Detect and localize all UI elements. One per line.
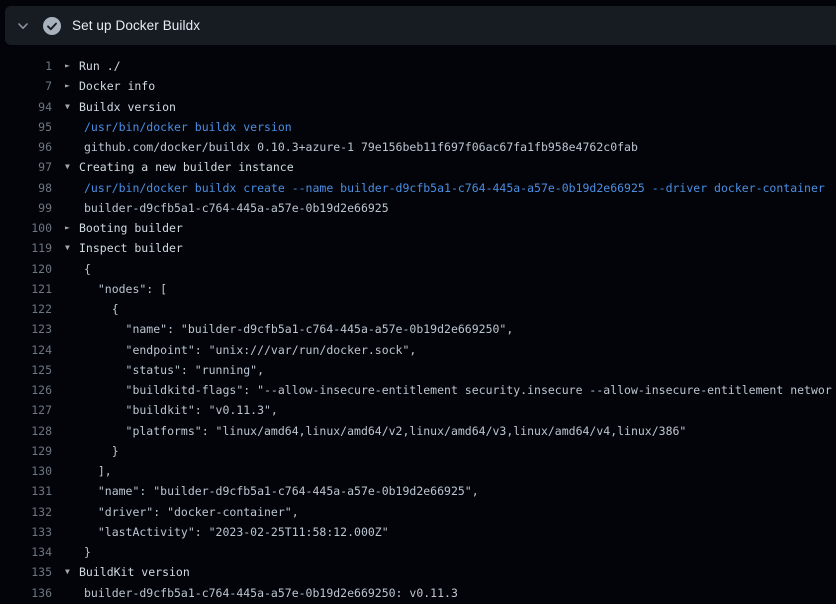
line-number[interactable]: 120: [0, 259, 52, 279]
log-group-row[interactable]: 97 ▼ Creating a new builder instance: [0, 157, 836, 177]
log-text: "name": "builder-d9cfb5a1-c764-445a-a57e…: [84, 481, 479, 501]
line-number[interactable]: 133: [0, 522, 52, 542]
log-text: "buildkitd-flags": "--allow-insecure-ent…: [84, 380, 832, 400]
log-group-row[interactable]: 7 ► Docker info: [0, 76, 836, 96]
log-text: "lastActivity": "2023-02-25T11:58:12.000…: [84, 522, 389, 542]
line-number[interactable]: 1: [0, 56, 52, 76]
log-line-row: 121 "nodes": [: [0, 279, 836, 299]
log-text: }: [84, 542, 91, 562]
log-text: "driver": "docker-container",: [84, 502, 299, 522]
actions-log-viewer: Set up Docker Buildx 1 ► Run ./ 7 ► Docker in…: [0, 0, 836, 604]
log-text: "buildkit": "v0.11.3",: [84, 400, 278, 420]
line-number[interactable]: 130: [0, 461, 52, 481]
line-number[interactable]: 135: [0, 562, 52, 582]
log-text: "status": "running",: [84, 360, 264, 380]
line-number[interactable]: 129: [0, 441, 52, 461]
log-text: Creating a new builder instance: [79, 157, 294, 177]
line-number[interactable]: 122: [0, 299, 52, 319]
line-number[interactable]: 124: [0, 340, 52, 360]
log-text: builder-d9cfb5a1-c764-445a-a57e-0b19d2e6…: [84, 198, 389, 218]
chevron-collapsed-icon[interactable]: ►: [65, 76, 70, 96]
chevron-expanded-icon[interactable]: ▼: [65, 238, 70, 258]
log-line-row: 124 "endpoint": "unix:///var/run/docker.…: [0, 340, 836, 360]
log-line-row: 133 "lastActivity": "2023-02-25T11:58:12…: [0, 522, 836, 542]
line-number[interactable]: 128: [0, 421, 52, 441]
log-text: "platforms": "linux/amd64,linux/amd64/v2…: [84, 421, 686, 441]
line-number[interactable]: 126: [0, 380, 52, 400]
log-lines: 1►Run ./7►Docker info94▼Buildx version95…: [0, 45, 836, 604]
log-line-row: 120 {: [0, 259, 836, 279]
log-line-row: 98/usr/bin/docker buildx create --name b…: [0, 178, 836, 198]
line-number[interactable]: 94: [0, 97, 52, 117]
line-number[interactable]: 127: [0, 400, 52, 420]
log-line-row: 122 {: [0, 299, 836, 319]
line-number[interactable]: 136: [0, 583, 52, 603]
log-line-row: 129 }: [0, 441, 836, 461]
line-number[interactable]: 96: [0, 137, 52, 157]
line-number[interactable]: 98: [0, 178, 52, 198]
log-line-row: 96 github.com/docker/buildx 0.10.3+azure-…: [0, 137, 836, 157]
log-text: Run ./: [79, 56, 121, 76]
log-text: "endpoint": "unix:///var/run/docker.sock…: [84, 340, 416, 360]
log-text: ],: [84, 461, 112, 481]
chevron-expanded-icon[interactable]: ▼: [65, 157, 70, 177]
line-number[interactable]: 121: [0, 279, 52, 299]
line-number[interactable]: 99: [0, 198, 52, 218]
log-line-row: 131 "name": "builder-d9cfb5a1-c764-445a-…: [0, 481, 836, 501]
log-text: "nodes": [: [84, 279, 167, 299]
chevron-collapsed-icon[interactable]: ►: [65, 56, 70, 76]
line-number[interactable]: 100: [0, 218, 52, 238]
log-group-row[interactable]: 100 ► Booting builder: [0, 218, 836, 238]
step-title: Set up Docker Buildx: [72, 18, 200, 33]
line-number[interactable]: 131: [0, 481, 52, 501]
line-number[interactable]: 132: [0, 502, 52, 522]
log-group-row[interactable]: 94 ▼ Buildx version: [0, 97, 836, 117]
log-text: github.com/docker/buildx 0.10.3+azure-1 …: [84, 137, 638, 157]
log-text: Booting builder: [79, 218, 183, 238]
log-line-row: 123 "name": "builder-d9cfb5a1-c764-445a-…: [0, 319, 836, 339]
line-number[interactable]: 123: [0, 319, 52, 339]
log-group-row[interactable]: 1 ► Run ./: [0, 56, 836, 76]
log-line-row: 128 "platforms": "linux/amd64,linux/amd6…: [0, 421, 836, 441]
log-group-row[interactable]: 135 ▼ BuildKit version: [0, 562, 836, 582]
step-header[interactable]: Set up Docker Buildx: [5, 6, 836, 45]
log-text: {: [84, 299, 119, 319]
log-text: }: [84, 441, 119, 461]
line-number[interactable]: 95: [0, 117, 52, 137]
log-line-row: 136 builder-d9cfb5a1-c764-445a-a57e-0b19d…: [0, 583, 836, 603]
line-number[interactable]: 119: [0, 238, 52, 258]
log-line-row: 126 "buildkitd-flags": "--allow-insecure…: [0, 380, 836, 400]
line-number[interactable]: 134: [0, 542, 52, 562]
log-text: {: [84, 259, 91, 279]
log-text: "name": "builder-d9cfb5a1-c764-445a-a57e…: [84, 319, 513, 339]
line-number[interactable]: 125: [0, 360, 52, 380]
log-text: Docker info: [79, 76, 155, 96]
log-text: /usr/bin/docker buildx create --name bui…: [84, 178, 825, 198]
log-line-row: 130 ],: [0, 461, 836, 481]
log-line-row: 125 "status": "running",: [0, 360, 836, 380]
check-circle-icon: [43, 17, 61, 35]
log-group-row[interactable]: 119 ▼ Inspect builder: [0, 238, 836, 258]
line-number[interactable]: 7: [0, 76, 52, 96]
log-text: Buildx version: [79, 97, 176, 117]
chevron-expanded-icon[interactable]: ▼: [65, 97, 70, 117]
log-line-row: 132 "driver": "docker-container",: [0, 502, 836, 522]
line-number[interactable]: 97: [0, 157, 52, 177]
log-text: /usr/bin/docker buildx version: [84, 117, 292, 137]
chevron-down-icon[interactable]: [15, 18, 30, 33]
log-text: Inspect builder: [79, 238, 183, 258]
chevron-collapsed-icon[interactable]: ►: [65, 218, 70, 238]
log-line-row: 127 "buildkit": "v0.11.3",: [0, 400, 836, 420]
log-line-row: 99 builder-d9cfb5a1-c764-445a-a57e-0b19d2…: [0, 198, 836, 218]
log-text: builder-d9cfb5a1-c764-445a-a57e-0b19d2e6…: [84, 583, 458, 603]
log-line-row: 134}: [0, 542, 836, 562]
chevron-expanded-icon[interactable]: ▼: [65, 562, 70, 582]
log-text: BuildKit version: [79, 562, 190, 582]
log-line-row: 95/usr/bin/docker buildx version: [0, 117, 836, 137]
